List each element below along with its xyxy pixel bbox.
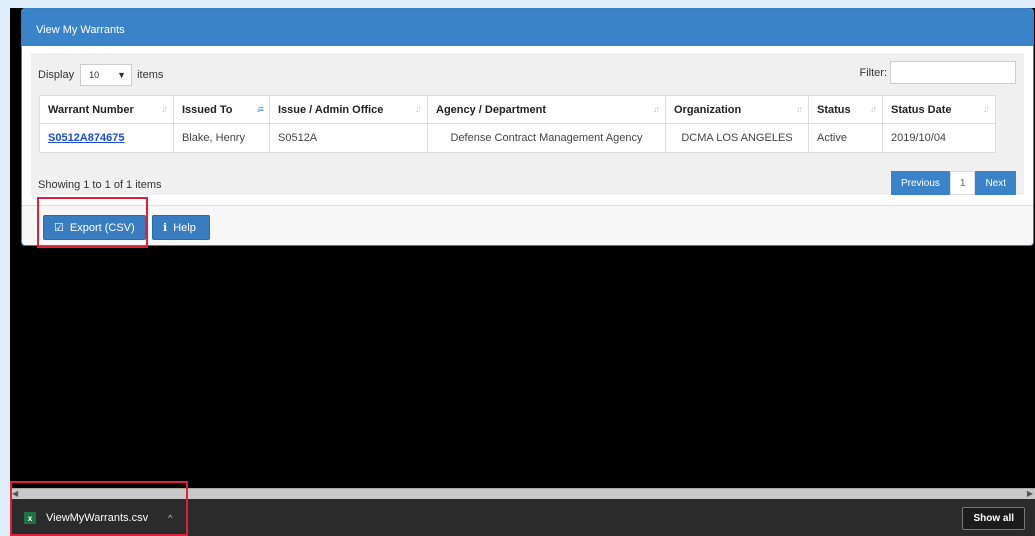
- next-button[interactable]: Next: [975, 171, 1016, 195]
- panel-title: View My Warrants: [22, 9, 1033, 46]
- help-button[interactable]: ℹ Help: [152, 215, 210, 240]
- dropdown-arrow-icon: ▼: [117, 70, 127, 80]
- page-1-button[interactable]: 1: [949, 171, 976, 195]
- download-highlight-box: [10, 481, 188, 536]
- filter: Filter:: [859, 61, 1016, 84]
- col-warrant-number[interactable]: Warrant Number ↓↑: [39, 95, 174, 124]
- admin-office-cell: S0512A: [269, 123, 428, 153]
- warrants-panel: View My Warrants Display 10 ▼ items Filt…: [21, 8, 1034, 246]
- agency-cell: Defense Contract Management Agency: [427, 123, 666, 153]
- sort-icon: ↓↑: [415, 104, 422, 114]
- col-issue-admin-office[interactable]: Issue / Admin Office ↓↑: [269, 95, 428, 124]
- table-header-row: Warrant Number ↓↑ Issued To ↓≡ Issue / Adm…: [39, 95, 996, 124]
- warrant-number-cell: S0512A874675: [39, 123, 174, 153]
- filter-input[interactable]: [890, 61, 1016, 84]
- show-all-button[interactable]: Show all: [962, 507, 1025, 530]
- items-label: items: [137, 69, 164, 81]
- panel-footer: ☑ Export (CSV) ℹ Help: [22, 205, 1033, 245]
- display-label: Display: [38, 69, 75, 81]
- warrant-number-link[interactable]: S0512A874675: [48, 132, 124, 144]
- warrants-table: Warrant Number ↓↑ Issued To ↓≡ Issue / Adm…: [39, 95, 996, 153]
- display-length: Display 10 ▼ items: [38, 64, 163, 86]
- scroll-right-icon[interactable]: ▶: [1027, 489, 1033, 498]
- col-agency-department[interactable]: Agency / Department ↓↑: [427, 95, 666, 124]
- sort-icon: ↓↑: [161, 104, 168, 114]
- organization-cell: DCMA LOS ANGELES: [665, 123, 809, 153]
- issued-to-cell: Blake, Henry: [173, 123, 270, 153]
- table-row: S0512A874675 Blake, Henry S0512A Defense…: [39, 123, 996, 153]
- filter-label: Filter:: [859, 66, 888, 79]
- sort-asc-icon: ↓≡: [256, 104, 264, 114]
- export-highlight-box: [37, 197, 148, 248]
- table-info: Showing 1 to 1 of 1 items: [38, 179, 162, 191]
- col-status-date[interactable]: Status Date ↓↑: [882, 95, 996, 124]
- status-date-cell: 2019/10/04: [882, 123, 996, 153]
- sort-icon: ↓↑: [983, 104, 990, 114]
- previous-button[interactable]: Previous: [890, 171, 950, 195]
- col-organization[interactable]: Organization ↓↑: [665, 95, 809, 124]
- info-icon: ℹ: [163, 222, 168, 234]
- col-status[interactable]: Status ↓↑: [808, 95, 883, 124]
- sort-icon: ↓↑: [653, 104, 660, 114]
- status-cell: Active: [808, 123, 883, 153]
- display-value: 10: [89, 70, 100, 80]
- col-issued-to[interactable]: Issued To ↓≡: [173, 95, 270, 124]
- sort-icon: ↓↑: [870, 104, 877, 114]
- display-select[interactable]: 10 ▼: [80, 64, 133, 86]
- sort-icon: ↓↑: [796, 104, 803, 114]
- pagination: Previous 1 Next: [890, 171, 1016, 195]
- table-container: Display 10 ▼ items Filter: Warrant Numbe…: [31, 53, 1024, 195]
